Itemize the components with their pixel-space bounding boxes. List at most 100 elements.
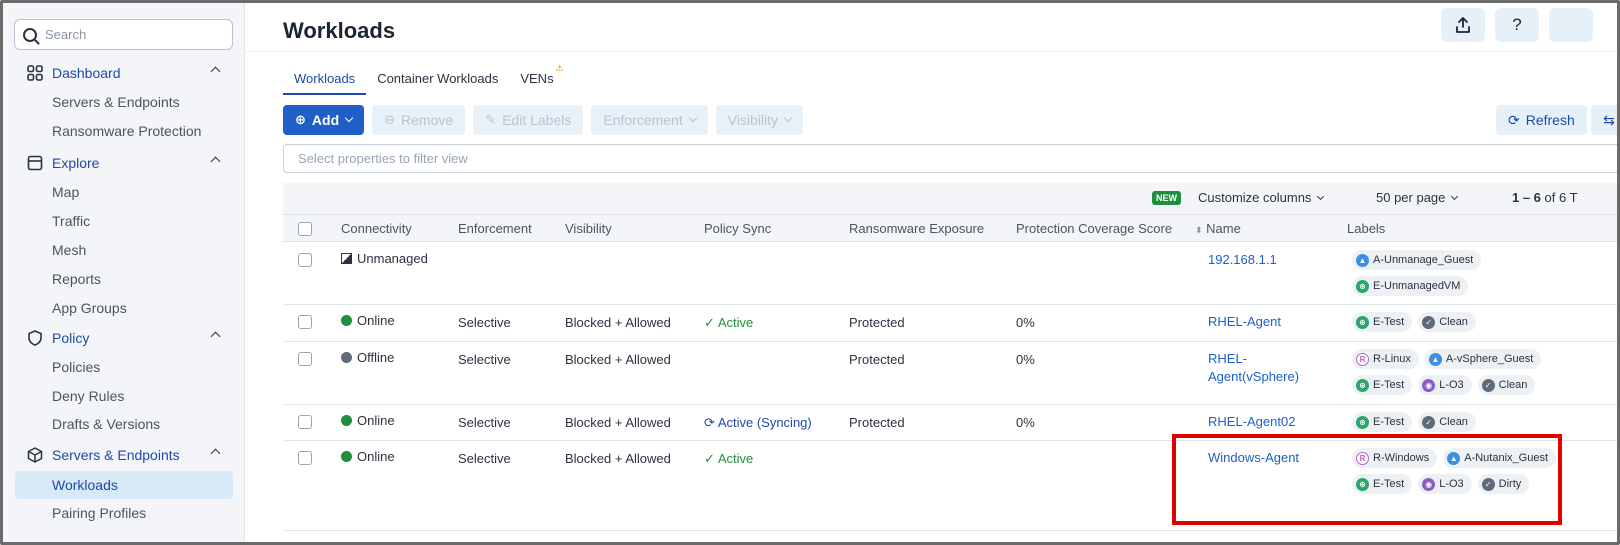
enforcement-dropdown[interactable]: Enforcement <box>591 105 708 135</box>
column-visibility[interactable]: Visibility <box>565 221 612 236</box>
online-status-icon <box>341 415 352 426</box>
column-name[interactable]: ⬍ Name <box>1195 221 1241 236</box>
row-checkbox[interactable] <box>298 451 312 465</box>
search-box[interactable] <box>14 19 233 50</box>
sidebar-item-app-groups[interactable]: App Groups <box>52 296 127 320</box>
sidebar-section-policy[interactable]: Policy <box>3 324 245 352</box>
range-value: 1 – 6 <box>1512 190 1541 205</box>
tab-container-workloads[interactable]: Container Workloads <box>366 63 509 95</box>
sidebar: Dashboard Servers & Endpoints Ransomware… <box>3 3 245 542</box>
environment-label-icon: ⊕ <box>1356 415 1369 429</box>
sidebar-section-label: Explore <box>52 155 100 171</box>
row-checkbox[interactable] <box>298 352 312 366</box>
export-icon <box>1456 17 1470 33</box>
policy-sync-text: Active <box>717 315 754 330</box>
chevron-up-icon[interactable] <box>210 331 221 342</box>
label-chip[interactable]: ✓ Clean <box>1418 312 1476 332</box>
table-row[interactable]: Offline Selective Blocked + Allowed Protect… <box>283 342 1617 405</box>
row-checkbox[interactable] <box>298 253 312 267</box>
label-chip[interactable]: ⊕ E-Test <box>1352 312 1413 332</box>
sidebar-item-traffic[interactable]: Traffic <box>52 209 90 233</box>
search-input[interactable] <box>45 27 215 42</box>
refresh-button[interactable]: ⟳ Refresh <box>1496 105 1587 135</box>
visibility-dropdown[interactable]: Visibility <box>715 105 804 135</box>
label-chip[interactable]: R R-Linux <box>1352 349 1419 369</box>
chevron-down-icon <box>1317 193 1325 201</box>
check-icon: ✓ <box>704 451 715 466</box>
sidebar-item-policies[interactable]: Policies <box>52 355 100 379</box>
visibility-label: Visibility <box>727 112 779 128</box>
edit-labels-label: Edit Labels <box>502 112 572 128</box>
table-row[interactable]: Unmanaged 192.168.1.1 ▲ A-Unmanage_Guest ⊕ E-… <box>283 243 1617 305</box>
sidebar-item-servers-endpoints[interactable]: Servers & Endpoints <box>52 90 180 114</box>
add-button[interactable]: ⊕ Add <box>283 105 365 135</box>
workload-name-link[interactable]: 192.168.1.1 <box>1208 251 1277 269</box>
column-protection-coverage[interactable]: Protection Coverage Score <box>1016 221 1172 236</box>
label-chip[interactable]: ▲ A-vSphere_Guest <box>1424 349 1542 369</box>
cell-enforcement: Selective <box>458 315 511 330</box>
sidebar-section-servers-endpoints[interactable]: Servers & Endpoints <box>3 441 245 469</box>
user-menu-button[interactable] <box>1549 8 1593 42</box>
export-button[interactable] <box>1441 8 1485 42</box>
row-checkbox[interactable] <box>298 415 312 429</box>
column-ransomware-exposure[interactable]: Ransomware Exposure <box>849 221 984 236</box>
tab-workloads[interactable]: Workloads <box>283 63 367 95</box>
sidebar-item-pairing-profiles[interactable]: Pairing Profiles <box>52 501 146 525</box>
label-chip[interactable]: ⊕ E-Test <box>1352 412 1413 432</box>
chevron-up-icon[interactable] <box>210 156 221 167</box>
workload-name-link[interactable]: RHEL- Agent(vSphere) <box>1208 350 1299 386</box>
more-actions-button[interactable]: ⇆ <box>1591 105 1617 135</box>
chevron-up-icon[interactable] <box>210 66 221 77</box>
cell-visibility: Blocked + Allowed <box>565 451 671 466</box>
table-row[interactable]: Online Selective Blocked + Allowed ✓ Active… <box>283 305 1617 342</box>
label-chip[interactable]: ⊕ E-Test <box>1352 375 1413 395</box>
sidebar-item-reports[interactable]: Reports <box>52 267 101 291</box>
table-header: Connectivity Enforcement Visibility Poli… <box>283 214 1617 242</box>
sidebar-item-mesh[interactable]: Mesh <box>52 238 86 262</box>
label-chip[interactable]: ✓ Clean <box>1418 412 1476 432</box>
sidebar-item-ransomware-protection[interactable]: Ransomware Protection <box>52 119 201 143</box>
sidebar-item-deny-rules[interactable]: Deny Rules <box>52 384 124 408</box>
label-chip[interactable]: ◉ L-O3 <box>1418 375 1472 395</box>
export-icon: ⇆ <box>1603 111 1615 128</box>
cell-ransomware-exposure: Protected <box>849 415 905 430</box>
sidebar-item-drafts-versions[interactable]: Drafts & Versions <box>52 412 160 436</box>
sidebar-section-dashboard[interactable]: Dashboard <box>3 59 245 87</box>
sidebar-section-label: Policy <box>52 330 90 346</box>
column-name-label: Name <box>1206 221 1241 236</box>
remove-button[interactable]: ⊖ Remove <box>372 105 466 135</box>
filter-input[interactable]: Select properties to filter view <box>283 144 1617 173</box>
pencil-icon: ✎ <box>485 112 497 127</box>
labels-list: ▲ A-Unmanage_Guest ⊕ E-UnmanagedVM <box>1352 250 1592 296</box>
customize-columns-label: Customize columns <box>1198 190 1312 205</box>
label-chip[interactable]: ⊕ E-UnmanagedVM <box>1352 276 1469 296</box>
label-text: A-vSphere_Guest <box>1445 353 1534 365</box>
refresh-icon: ⟳ <box>1508 111 1520 128</box>
per-page-dropdown[interactable]: 50 per page <box>1376 190 1459 205</box>
workload-name-link[interactable]: RHEL-Agent <box>1208 313 1281 331</box>
help-button[interactable]: ? <box>1495 8 1539 42</box>
sidebar-section-explore[interactable]: Explore <box>3 149 245 177</box>
main-content: Workloads ? Workloads Container Workload… <box>245 3 1617 542</box>
column-connectivity[interactable]: Connectivity <box>341 221 412 236</box>
column-labels[interactable]: Labels <box>1347 221 1385 236</box>
environment-label-icon: ⊕ <box>1356 315 1369 329</box>
sidebar-item-map[interactable]: Map <box>52 180 79 204</box>
app-label-icon: ▲ <box>1428 352 1442 366</box>
customize-columns-dropdown[interactable]: Customize columns <box>1198 190 1325 205</box>
edit-labels-button[interactable]: ✎ Edit Labels <box>473 105 584 135</box>
row-checkbox[interactable] <box>298 315 312 329</box>
label-chip[interactable]: ▲ A-Unmanage_Guest <box>1352 250 1482 270</box>
cell-policy-sync: ✓ Active <box>704 315 753 331</box>
workload-name-link[interactable]: RHEL-Agent02 <box>1208 413 1295 431</box>
connectivity-text: Online <box>357 413 395 428</box>
column-enforcement[interactable]: Enforcement <box>458 221 532 236</box>
policy-sync-text: Active <box>717 451 754 466</box>
label-chip[interactable]: ✓ Clean <box>1477 375 1536 395</box>
column-policy-sync[interactable]: Policy Sync <box>704 221 771 236</box>
label-text: E-Test <box>1373 316 1405 328</box>
chevron-up-icon[interactable] <box>210 448 221 459</box>
select-all-checkbox[interactable] <box>298 222 312 236</box>
sidebar-item-workloads[interactable]: Workloads <box>15 471 233 499</box>
tab-vens[interactable]: VENs ⚠ <box>509 63 564 95</box>
